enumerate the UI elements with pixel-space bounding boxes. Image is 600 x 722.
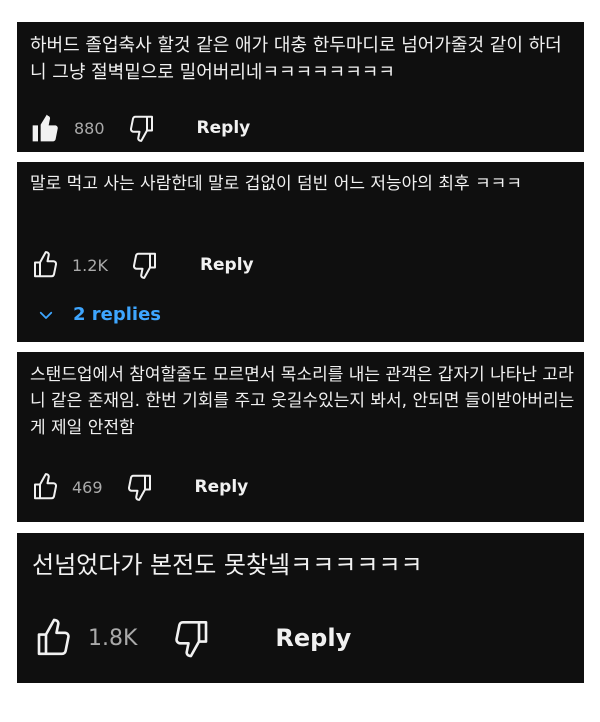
- like-count: 1.2K: [72, 255, 108, 275]
- thumbs-up-icon[interactable]: [30, 472, 60, 502]
- like-count: 1.8K: [88, 625, 138, 651]
- comment-text: 하버드 졸업축사 할것 같은 애가 대충 한두마디로 넘어가줄것 같이 하더니 …: [30, 35, 562, 83]
- reply-button[interactable]: Reply: [195, 477, 249, 497]
- reply-button[interactable]: Reply: [197, 118, 251, 138]
- thumbs-down-icon[interactable]: [130, 250, 160, 280]
- thumbs-up-icon[interactable]: [30, 112, 62, 144]
- comment-card: 스탠드업에서 참여할줄도 모르면서 목소리를 내는 관객은 갑자기 나타난 고라…: [17, 352, 584, 522]
- reply-button[interactable]: Reply: [275, 624, 351, 652]
- comment-card: 선넘었다가 본전도 못찾넼ㅋㅋㅋㅋㅋㅋ 1.8K Reply: [17, 533, 584, 683]
- chevron-down-icon: [37, 306, 55, 324]
- view-replies-button[interactable]: 2 replies: [37, 304, 161, 325]
- comment-card: 말로 먹고 사는 사람한데 말로 겁없이 덤빈 어느 저능아의 최후 ㅋㅋㅋ 1…: [17, 162, 584, 342]
- reply-button[interactable]: Reply: [200, 255, 254, 275]
- thumbs-down-icon[interactable]: [125, 472, 155, 502]
- comment-text: 스탠드업에서 참여할줄도 모르면서 목소리를 내는 관객은 갑자기 나타난 고라…: [30, 365, 575, 438]
- thumbs-down-icon[interactable]: [127, 113, 157, 143]
- thumbs-up-icon[interactable]: [32, 617, 74, 659]
- replies-label: 2 replies: [73, 304, 162, 325]
- comment-text: 말로 먹고 사는 사람한데 말로 겁없이 덤빈 어느 저능아의 최후 ㅋㅋㅋ: [30, 174, 522, 194]
- thumbs-up-icon[interactable]: [30, 250, 60, 280]
- like-count: 469: [72, 477, 103, 497]
- thumbs-down-icon[interactable]: [171, 617, 213, 659]
- comment-text: 선넘었다가 본전도 못찾넼ㅋㅋㅋㅋㅋㅋ: [32, 551, 423, 579]
- comment-card: 하버드 졸업축사 할것 같은 애가 대충 한두마디로 넘어가줄것 같이 하더니 …: [17, 22, 584, 152]
- like-count: 880: [74, 118, 105, 138]
